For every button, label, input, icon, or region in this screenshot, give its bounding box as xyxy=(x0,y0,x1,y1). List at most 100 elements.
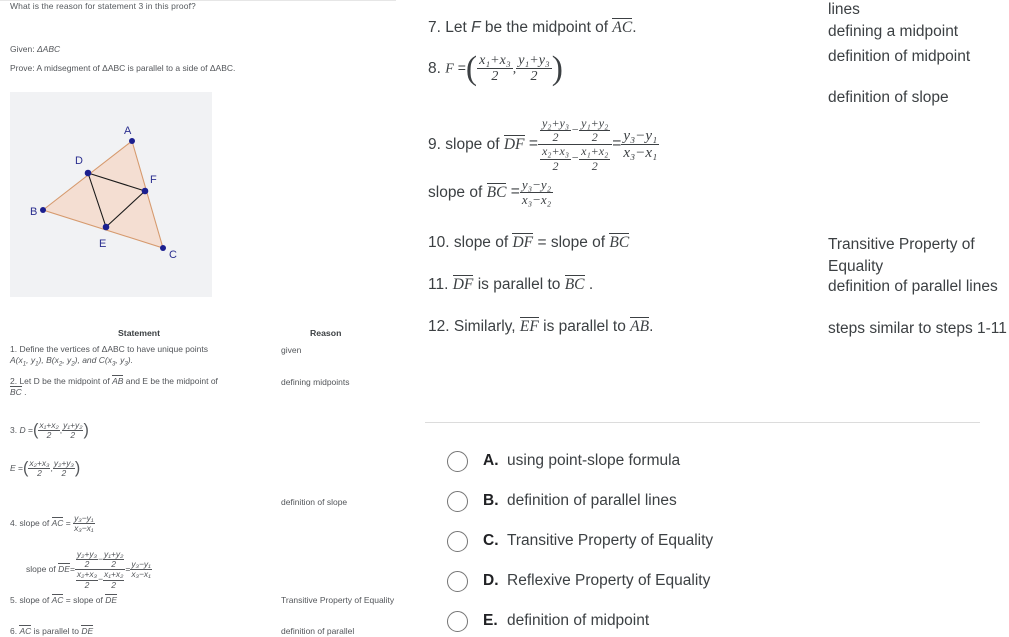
frac-df-den: x₂+x₃ 2− x₁+x₂ 2 xyxy=(539,144,611,173)
label-a: A xyxy=(124,125,132,137)
statement-3-number: 3. xyxy=(10,425,18,436)
paren-close: ) xyxy=(83,421,89,439)
statement-12-text-a: Similarly, xyxy=(453,318,520,335)
answer-text-d: Reflexive Property of Equality xyxy=(507,572,711,589)
point-b xyxy=(40,207,46,213)
statement-2-text-a: 2. Let D be the midpoint of xyxy=(10,376,113,386)
answer-choices: A. using point-slope formula B. definiti… xyxy=(447,441,987,637)
reason-5: Transitive Property of Equality xyxy=(281,595,395,605)
statement-3-formula-d: D =(x₁+x₂ 2, y₁+y₂ 2) xyxy=(19,420,88,442)
reason-2: defining midpoints xyxy=(281,377,350,387)
statement-1-line1: 1. Define the vertices of ΔABC to have u… xyxy=(10,344,208,354)
question-prompt: What is the reason for statement 3 in th… xyxy=(10,1,196,11)
point-e xyxy=(102,223,110,231)
answer-letter-c: C. xyxy=(483,532,499,549)
radio-button-d[interactable] xyxy=(447,570,468,592)
statement-9-formula: = y₂+y₃ 2− y₁+y₂ 2 x₂+x₃ 2− x₁+x₂ 2 = y₃−y₁ x₃−x₁ xyxy=(528,116,660,173)
answer-option-c[interactable]: C. Transitive Property of Equality xyxy=(447,521,987,561)
statement-4-text-a: 4. slope of xyxy=(10,517,52,528)
label-f: F xyxy=(150,174,157,186)
frac-ex: x₂+x₃ 2 xyxy=(28,458,51,479)
radio-button-b[interactable] xyxy=(447,490,468,512)
segment-de: DE xyxy=(58,563,70,575)
reason-1: given xyxy=(281,345,302,355)
statement-12-text-b: is parallel to xyxy=(538,318,631,335)
segment-bc-9: BC xyxy=(486,182,507,201)
frac-fy: y₁+y₃ 2 xyxy=(516,52,552,85)
column-header-reason: Reason xyxy=(310,328,342,338)
radio-button-a[interactable] xyxy=(447,450,468,472)
statement-2-text-b: and E be the midpoint of xyxy=(123,376,218,386)
point-a xyxy=(129,138,135,144)
statement-9b-formula: = y₃−y₂ x₃−x₂ xyxy=(510,177,554,208)
triangle-midsegment-diagram: A B C D E F xyxy=(10,92,212,297)
segment-ef-12: EF xyxy=(519,317,539,335)
statement-9-number: 9. xyxy=(428,135,441,153)
statement-11-text-b: . xyxy=(584,276,594,293)
reason-4: definition of slope xyxy=(281,497,348,507)
statement-9: 9. slope of DF = y₂+y₃ 2− y₁+y₂ 2 x₂+x₃ 2− x₁+x… xyxy=(428,116,660,173)
eq-9a: = xyxy=(528,135,538,153)
point-f xyxy=(141,187,149,195)
statement-10-number: 10. xyxy=(428,234,450,251)
answer-option-b[interactable]: B. definition of parallel lines xyxy=(447,481,987,521)
answers-divider xyxy=(425,422,980,423)
reason-lines: lines xyxy=(828,1,860,18)
statement-8-number: 8. xyxy=(428,59,441,77)
reason-transitive-property: Transitive Property of Equality xyxy=(828,236,975,275)
frac-slope-ac: y₃−y₁ x₃−x₁ xyxy=(73,513,95,534)
frac-slope-de: y₂+y₃ 2− y₁+y₂ 2 x₂+x₃ 2− x₁+x₂ 2 xyxy=(74,549,126,590)
answer-letter-e: E. xyxy=(483,612,498,629)
statement-4b: slope of DE= y₂+y₃ 2− y₁+y₂ 2 x₂+x₃ 2− x₁+x₂ 2 = y… xyxy=(26,549,152,590)
segment-ac: AC xyxy=(51,516,64,528)
var-f: F xyxy=(471,19,481,36)
prove-value: A midsegment of ΔABC is parallel to a si… xyxy=(36,63,236,73)
answer-option-e[interactable]: E. definition of midpoint xyxy=(447,601,987,637)
answer-option-d[interactable]: D. Reflexive Property of Equality xyxy=(447,561,987,601)
radio-button-c[interactable] xyxy=(447,530,468,552)
statement-12-text-c: . xyxy=(649,318,654,335)
segment-df-10: DF xyxy=(512,233,534,251)
statement-8: 8. F =(x₁+x₃ 2, y₁+y₃ 2) xyxy=(428,46,563,91)
answer-text-e: definition of midpoint xyxy=(507,612,650,629)
label-b: B xyxy=(30,206,37,218)
answer-text-b: definition of parallel lines xyxy=(507,492,677,509)
frac-slope-bc: y₃−y₂ x₃−x₂ xyxy=(519,177,554,208)
var-e: E xyxy=(10,463,16,474)
eq-8: = xyxy=(457,59,466,76)
frac-ey: y₂+y₃ 2 xyxy=(52,458,75,479)
segment-bc: BC xyxy=(10,386,22,398)
answer-option-a[interactable]: A. using point-slope formula xyxy=(447,441,987,481)
eq-9b2: = xyxy=(510,183,520,201)
statement-5-text-a: 5. slope of xyxy=(10,595,52,605)
label-e: E xyxy=(99,238,106,250)
radio-button-e[interactable] xyxy=(447,610,468,632)
statement-11-number: 11. xyxy=(428,276,449,293)
statement-8-formula: F =(x₁+x₃ 2, y₁+y₃ 2) xyxy=(445,46,563,91)
paren-open-8: ( xyxy=(465,50,478,87)
statement-3b: E =(x₂+x₃ 2, y₂+y₃ 2) xyxy=(10,458,80,480)
given-value: ΔABC xyxy=(36,44,61,54)
var-f-8: F xyxy=(445,61,454,77)
statement-3: 3. D =(x₁+x₂ 2, y₁+y₂ 2) xyxy=(10,420,89,442)
statement-9b-text: slope of xyxy=(428,183,487,201)
frac-de-num: y₂+y₃ 2− y₁+y₂ 2 xyxy=(74,549,126,571)
point-c xyxy=(160,245,166,251)
reason-defining-midpoint: defining a midpoint xyxy=(828,23,959,40)
statement-1: 1. Define the vertices of ΔABC to have u… xyxy=(10,344,278,369)
reason-definition-of-slope: definition of slope xyxy=(828,89,949,106)
statement-6-text-b: is parallel to xyxy=(31,626,82,636)
segment-bc-11: BC xyxy=(564,275,585,293)
statement-5-text-b: = slope of xyxy=(63,595,106,605)
paren-close-e: ) xyxy=(74,459,81,477)
statement-3-formula-e: E =(x₂+x₃ 2, y₂+y₃ 2) xyxy=(10,458,80,480)
point-d xyxy=(84,169,92,177)
reason-definition-of-midpoint: definition of midpoint xyxy=(828,48,971,65)
segment-ac-5: AC xyxy=(51,594,64,605)
segment-de-5: DE xyxy=(105,594,118,605)
statement-9b: slope of BC = y₃−y₂ x₃−x₂ xyxy=(428,177,554,208)
triangle-svg: A B C D E F xyxy=(30,125,177,261)
statement-4-text-b: = xyxy=(63,517,74,528)
statement-4: 4. slope of AC = y₃−y₁ x₃−x₁ xyxy=(10,513,95,534)
statement-11-text-a: is parallel to xyxy=(473,276,565,293)
